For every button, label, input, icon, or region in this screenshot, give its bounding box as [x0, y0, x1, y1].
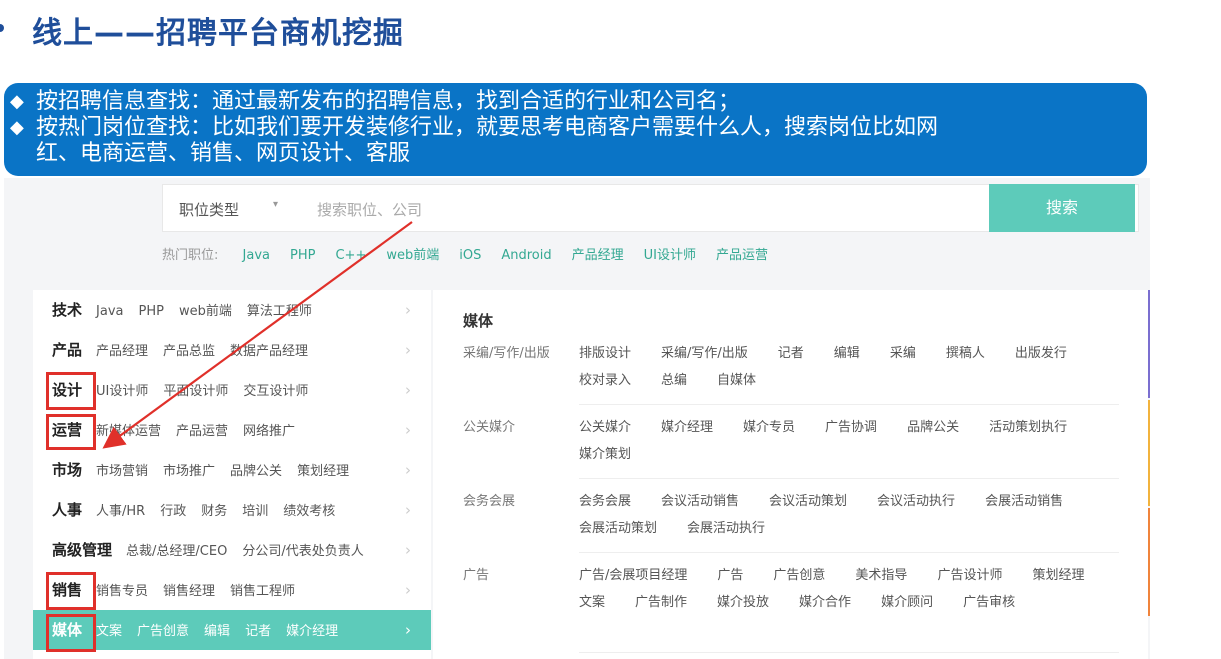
pointer-arrow	[102, 221, 413, 449]
